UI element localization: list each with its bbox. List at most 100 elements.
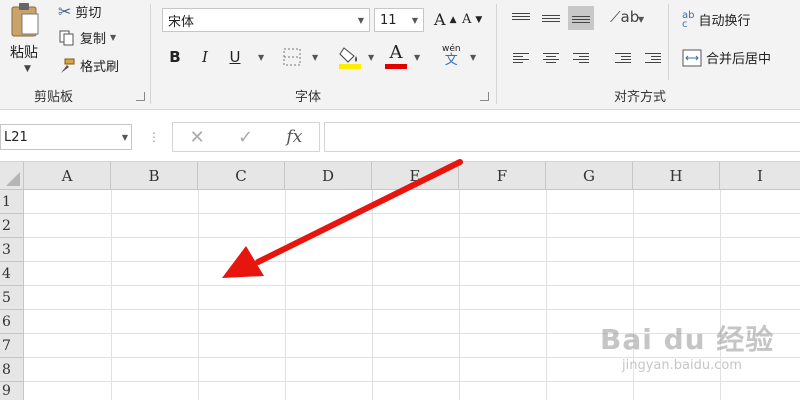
grip-icon[interactable]: ⋮ xyxy=(148,130,160,144)
font-launcher-icon[interactable] xyxy=(480,92,489,101)
gridline xyxy=(24,285,800,286)
gridline xyxy=(24,309,800,310)
bold-button[interactable]: B xyxy=(164,46,186,68)
group-separator xyxy=(496,4,497,104)
font-group-label: 字体 xyxy=(295,90,322,105)
watermark: Bai du 经验 jingyan.baidu.com xyxy=(600,318,775,373)
name-box[interactable]: L21 ▼ xyxy=(0,124,132,150)
top-align-button[interactable] xyxy=(508,6,534,30)
cut-button[interactable]: ✂ 剪切 xyxy=(58,2,101,21)
column-header-d[interactable]: D xyxy=(285,162,372,190)
borders-icon[interactable] xyxy=(282,47,302,67)
merge-center-button[interactable]: 合并后居中 xyxy=(682,48,771,67)
row-header-9[interactable]: 9 xyxy=(0,382,24,400)
paste-dropdown[interactable]: ▼ xyxy=(24,64,31,74)
select-all-button[interactable] xyxy=(0,162,24,190)
gridline xyxy=(459,190,460,400)
brush-icon xyxy=(61,58,75,73)
phonetic-button[interactable]: wén 文 xyxy=(442,44,461,67)
row-header-4[interactable]: 4 xyxy=(0,262,24,286)
fill-color-dropdown-icon[interactable]: ▼ xyxy=(368,53,374,62)
align-left-button[interactable] xyxy=(508,46,534,70)
shrink-font-button[interactable]: A ▼ xyxy=(462,12,482,27)
underline-button[interactable]: U xyxy=(224,46,246,68)
font-color-swatch xyxy=(385,64,407,69)
column-header-b[interactable]: B xyxy=(111,162,198,190)
phonetic-dropdown-icon[interactable]: ▼ xyxy=(470,53,476,62)
column-header-g[interactable]: G xyxy=(546,162,633,190)
align-right-button[interactable] xyxy=(568,46,594,70)
chevron-down-icon: ▼ xyxy=(357,15,364,25)
row-header-6[interactable]: 6 xyxy=(0,310,24,334)
column-header-i[interactable]: I xyxy=(720,162,800,190)
gridline xyxy=(24,381,800,382)
format-painter-button[interactable]: 格式刷 xyxy=(58,56,119,75)
ribbon: 粘贴 ▼ ✂ 剪切 复制 ▼ 格式刷 剪贴板 宋体 ▼ 11 ▼ A ▲ A ▼ B… xyxy=(0,0,800,110)
font-size-select[interactable]: 11 ▼ xyxy=(374,8,424,32)
row-header-8[interactable]: 8 xyxy=(0,358,24,382)
watermark-url: jingyan.baidu.com xyxy=(622,358,742,373)
wrap-text-button[interactable]: ab c 自动换行 xyxy=(682,10,751,29)
gridline xyxy=(24,237,800,238)
clipboard-group-label: 剪贴板 xyxy=(34,90,74,105)
copy-icon xyxy=(59,30,74,45)
italic-button[interactable]: I xyxy=(194,46,216,68)
middle-align-button[interactable] xyxy=(538,6,564,30)
group-separator xyxy=(668,4,669,80)
merge-center-icon xyxy=(682,49,702,66)
select-all-icon xyxy=(6,172,20,186)
cancel-icon[interactable]: ✕ xyxy=(190,127,205,148)
column-header-e[interactable]: E xyxy=(372,162,459,190)
column-header-a[interactable]: A xyxy=(24,162,111,190)
font-size-value: 11 xyxy=(380,12,397,28)
bottom-align-button[interactable] xyxy=(568,6,594,30)
row-header-7[interactable]: 7 xyxy=(0,334,24,358)
fill-color-icon[interactable] xyxy=(338,44,362,70)
gridline xyxy=(198,190,199,400)
gridline xyxy=(24,261,800,262)
grow-font-button[interactable]: A ▲ xyxy=(434,10,456,29)
group-separator xyxy=(150,4,151,104)
formula-bar: L21 ▼ ⋮ ✕ ✓ fx xyxy=(0,110,800,162)
paste-button[interactable]: 粘贴 xyxy=(10,42,38,62)
gridline xyxy=(24,213,800,214)
gridline xyxy=(546,190,547,400)
enter-icon[interactable]: ✓ xyxy=(238,127,253,148)
font-name-select[interactable]: 宋体 ▼ xyxy=(162,8,370,32)
copy-button[interactable]: 复制 ▼ xyxy=(58,28,116,47)
borders-dropdown-icon[interactable]: ▼ xyxy=(312,53,318,62)
row-header-1[interactable]: 1 xyxy=(0,190,24,214)
row-header-5[interactable]: 5 xyxy=(0,286,24,310)
orientation-dropdown-icon[interactable]: ▼ xyxy=(638,15,644,24)
column-header-c[interactable]: C xyxy=(198,162,285,190)
font-name-value: 宋体 xyxy=(168,14,195,30)
underline-dropdown-icon[interactable]: ▼ xyxy=(258,53,264,62)
column-header-f[interactable]: F xyxy=(459,162,546,190)
clipboard-launcher-icon[interactable] xyxy=(136,92,145,101)
insert-function-button[interactable]: fx xyxy=(286,127,302,147)
name-box-value: L21 xyxy=(4,129,28,145)
paste-icon[interactable] xyxy=(10,2,40,38)
gridline xyxy=(372,190,373,400)
font-color-button[interactable]: A xyxy=(384,42,408,70)
formula-input[interactable] xyxy=(324,122,800,152)
gridline xyxy=(111,190,112,400)
row-header-3[interactable]: 3 xyxy=(0,238,24,262)
caret-up-icon: ▲ xyxy=(449,14,457,25)
wrap-text-icon: ab c xyxy=(682,9,695,30)
copy-dropdown-icon[interactable]: ▼ xyxy=(110,33,116,42)
chevron-down-icon: ▼ xyxy=(121,132,128,142)
decrease-indent-icon[interactable] xyxy=(610,46,636,70)
chevron-down-icon: ▼ xyxy=(411,15,418,25)
row-header-2[interactable]: 2 xyxy=(0,214,24,238)
font-color-dropdown-icon[interactable]: ▼ xyxy=(414,53,420,62)
formula-buttons: ✕ ✓ fx xyxy=(172,122,320,152)
caret-down-icon: ▼ xyxy=(475,14,483,25)
watermark-logo: Bai du 经验 xyxy=(600,323,775,356)
orientation-icon[interactable]: ⟋ab xyxy=(610,8,639,26)
alignment-group-label: 对齐方式 xyxy=(614,90,667,105)
scissors-icon: ✂ xyxy=(58,2,72,21)
align-center-button[interactable] xyxy=(538,46,564,70)
increase-indent-icon[interactable] xyxy=(640,46,666,70)
column-header-h[interactable]: H xyxy=(633,162,720,190)
